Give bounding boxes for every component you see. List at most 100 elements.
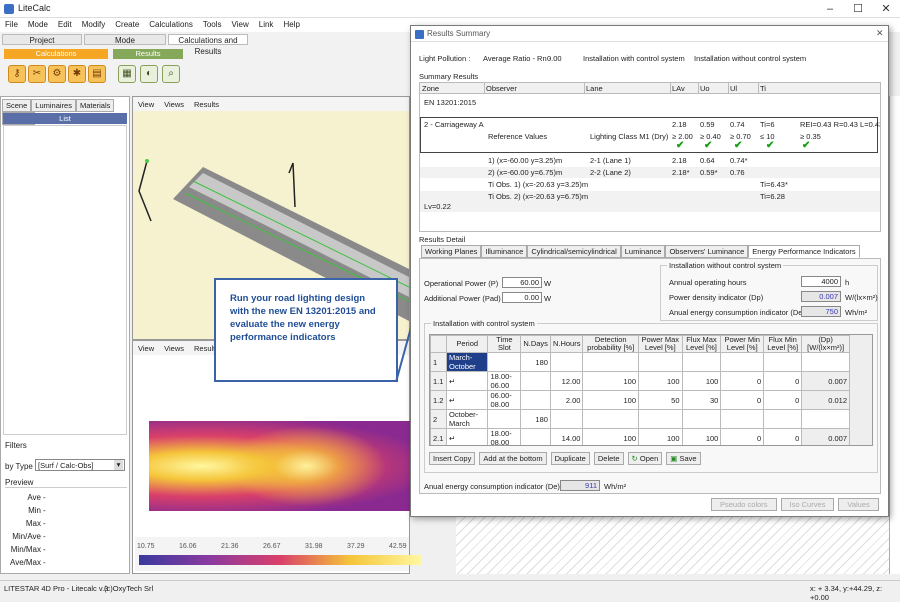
menu-link[interactable]: Link xyxy=(254,18,279,31)
grid-cell-period[interactable]: ↵ xyxy=(445,428,489,445)
grid-cell-slot[interactable]: 18.00-08.00 xyxy=(487,428,522,445)
lv-row[interactable]: Lv=0.22 xyxy=(420,201,880,212)
grid-cell-fmin[interactable]: 0 xyxy=(763,390,803,410)
grid-cell-pmin[interactable] xyxy=(720,409,765,429)
grid-cell-days[interactable]: 180 xyxy=(520,409,551,429)
maximize-icon[interactable]: ☐ xyxy=(844,0,872,18)
grid-cell-det[interactable]: 100 xyxy=(582,390,639,410)
grid-cell-fmin[interactable]: 0 xyxy=(763,371,803,391)
grid-cell-pmin[interactable]: 0 xyxy=(720,371,765,391)
duplicate-button[interactable]: Duplicate xyxy=(550,452,590,465)
results-zoom-icon[interactable]: ⌕ xyxy=(162,65,180,83)
grid-cell-fmin[interactable] xyxy=(763,352,803,372)
grid-cell-det[interactable] xyxy=(582,352,639,372)
detail-tab-5[interactable]: Energy Performance Indicators xyxy=(748,245,860,258)
ribbon-tab-project[interactable]: Project xyxy=(2,34,82,45)
grid-cell-slot[interactable]: 06.00-08.00 xyxy=(487,390,522,410)
menu-help[interactable]: Help xyxy=(278,18,304,31)
grid-cell-days[interactable] xyxy=(520,390,551,410)
grid-row[interactable]: 1 March-October 180 xyxy=(430,352,850,372)
grid-cell-pmax[interactable] xyxy=(638,409,683,429)
open-button[interactable]: ↻ Open xyxy=(627,452,663,465)
summary-table[interactable]: Zone Observer Lane LAv Uo Ul Ti EN 13201:2015 2 … xyxy=(419,82,881,232)
detail-tab-1[interactable]: Illuminance xyxy=(481,245,528,258)
results-chart-icon[interactable]: ◐ xyxy=(140,65,158,83)
ribbon-tab-mode[interactable]: Mode xyxy=(84,34,166,45)
viewport-tab-view[interactable]: View xyxy=(133,341,159,356)
calc-folder-icon[interactable]: ▤ xyxy=(88,65,106,83)
calc-batch-icon[interactable]: ✱ xyxy=(68,65,86,83)
grid-cell-pmin[interactable] xyxy=(720,352,765,372)
grid-cell-dp[interactable] xyxy=(801,409,850,429)
viewport-tab-results[interactable]: Results xyxy=(189,97,224,112)
grid-cell-slot[interactable] xyxy=(487,409,522,429)
grid-cell-fmin[interactable] xyxy=(763,409,803,429)
detail-tab-2[interactable]: Cylindrical/semicylindrical xyxy=(527,245,621,258)
close-icon[interactable]: ✕ xyxy=(872,0,900,18)
grid-cell-det[interactable]: 100 xyxy=(582,371,639,391)
viewport-tab-views[interactable]: Views xyxy=(159,341,189,356)
grid-cell-period[interactable]: March-October xyxy=(445,352,489,372)
pseudo-colors-button[interactable]: Pseudo colors xyxy=(711,498,777,511)
grid-cell-days[interactable] xyxy=(520,428,551,445)
delete-button[interactable]: Delete xyxy=(593,452,624,465)
grid-row[interactable]: 1.2 ↵ 06.00-08.00 2.00 100 50 30 0 0 0.012 xyxy=(430,390,850,410)
grid-cell-pmax[interactable] xyxy=(638,352,683,372)
grid-cell-hours[interactable]: 12.00 xyxy=(549,371,584,391)
menu-create[interactable]: Create xyxy=(110,18,144,31)
values-button[interactable]: Values xyxy=(838,498,879,511)
calc-key-icon[interactable]: ⚷ xyxy=(8,65,26,83)
viewport-tab-view[interactable]: View xyxy=(133,97,159,112)
iso-curves-button[interactable]: Iso Curves xyxy=(780,498,835,511)
detail-tab-3[interactable]: Luminance xyxy=(620,245,666,258)
detail-tab-4[interactable]: Observers' Luminance xyxy=(665,245,749,258)
grid-cell-period[interactable]: ↵ xyxy=(445,390,489,410)
viewport-tab-views[interactable]: Views xyxy=(159,97,189,112)
grid-cell-hours[interactable] xyxy=(549,409,584,429)
grid-cell-hours[interactable]: 14.00 xyxy=(549,428,584,445)
grid-cell-days[interactable] xyxy=(520,371,551,391)
hours-input[interactable]: 4000 xyxy=(801,276,841,287)
period-grid[interactable]: Period Time Slot N.Days N.Hours Detection pr… xyxy=(429,334,873,446)
grid-cell-period[interactable]: October-March xyxy=(445,409,489,429)
grid-cell-hours[interactable]: 2.00 xyxy=(549,390,584,410)
detail-tab-0[interactable]: Working Planes xyxy=(421,245,482,258)
add-power-input[interactable]: 0.00 xyxy=(502,292,542,303)
grid-cell-period[interactable]: ↵ xyxy=(445,371,489,391)
grid-cell-fmax[interactable]: 100 xyxy=(681,371,722,391)
grid-cell-pmax[interactable]: 100 xyxy=(638,371,683,391)
grid-cell-fmax[interactable] xyxy=(681,352,722,372)
left-tab-scene[interactable]: Scene xyxy=(2,99,32,112)
results-report-icon[interactable]: ▦ xyxy=(118,65,136,83)
menu-file[interactable]: File xyxy=(0,18,23,31)
observer-row[interactable]: Ti Obs. 1) (x=-20.63 y=3.25)m Ti=6.43* xyxy=(420,179,880,190)
grid-cell-pmin[interactable]: 0 xyxy=(720,390,765,410)
grid-cell-fmax[interactable]: 30 xyxy=(681,390,722,410)
save-button[interactable]: ▣ Save xyxy=(666,452,701,465)
grid-cell-dp[interactable]: 0.007 xyxy=(801,371,850,391)
grid-cell-det[interactable] xyxy=(582,409,639,429)
menu-edit[interactable]: Edit xyxy=(53,18,77,31)
by-type-select[interactable]: [Surf / Calc-Obs] ▾ xyxy=(35,459,125,471)
ribbon-tab-calculations-results[interactable]: Calculations and Results xyxy=(168,34,248,56)
menu-modify[interactable]: Modify xyxy=(77,18,111,31)
add-at-the-bottom-button[interactable]: Add at the bottom xyxy=(479,452,547,465)
grid-row[interactable]: 2 October-March 180 xyxy=(430,409,850,429)
insert-copy-button[interactable]: Insert Copy xyxy=(429,452,476,465)
grid-cell-fmax[interactable]: 100 xyxy=(681,428,722,445)
menu-tools[interactable]: Tools xyxy=(198,18,227,31)
grid-cell-slot[interactable] xyxy=(487,352,522,372)
zone-row[interactable]: 2 - Carriageway A 2.18 0.59 0.74 Ti=6 REI=0.4… xyxy=(420,119,880,130)
left-tab-materials[interactable]: Materials xyxy=(75,99,115,112)
norm-row[interactable]: EN 13201:2015 xyxy=(420,97,880,108)
grid-cell-pmax[interactable]: 50 xyxy=(638,390,683,410)
grid-cell-pmin[interactable]: 0 xyxy=(720,428,765,445)
grid-cell-days[interactable]: 180 xyxy=(520,352,551,372)
grid-cell-fmin[interactable]: 0 xyxy=(763,428,803,445)
grid-cell-dp[interactable] xyxy=(801,352,850,372)
menu-mode[interactable]: Mode xyxy=(23,18,53,31)
left-tab-luminaires[interactable]: Luminaires xyxy=(31,99,76,112)
observer-row[interactable]: 1) (x=-60.00 y=3.25)m 2-1 (Lane 1) 2.18 0.6… xyxy=(420,155,880,166)
grid-cell-dp[interactable]: 0.012 xyxy=(801,390,850,410)
grid-row[interactable]: 2.1 ↵ 18.00-08.00 14.00 100 100 100 0 0 0.007 xyxy=(430,428,850,445)
